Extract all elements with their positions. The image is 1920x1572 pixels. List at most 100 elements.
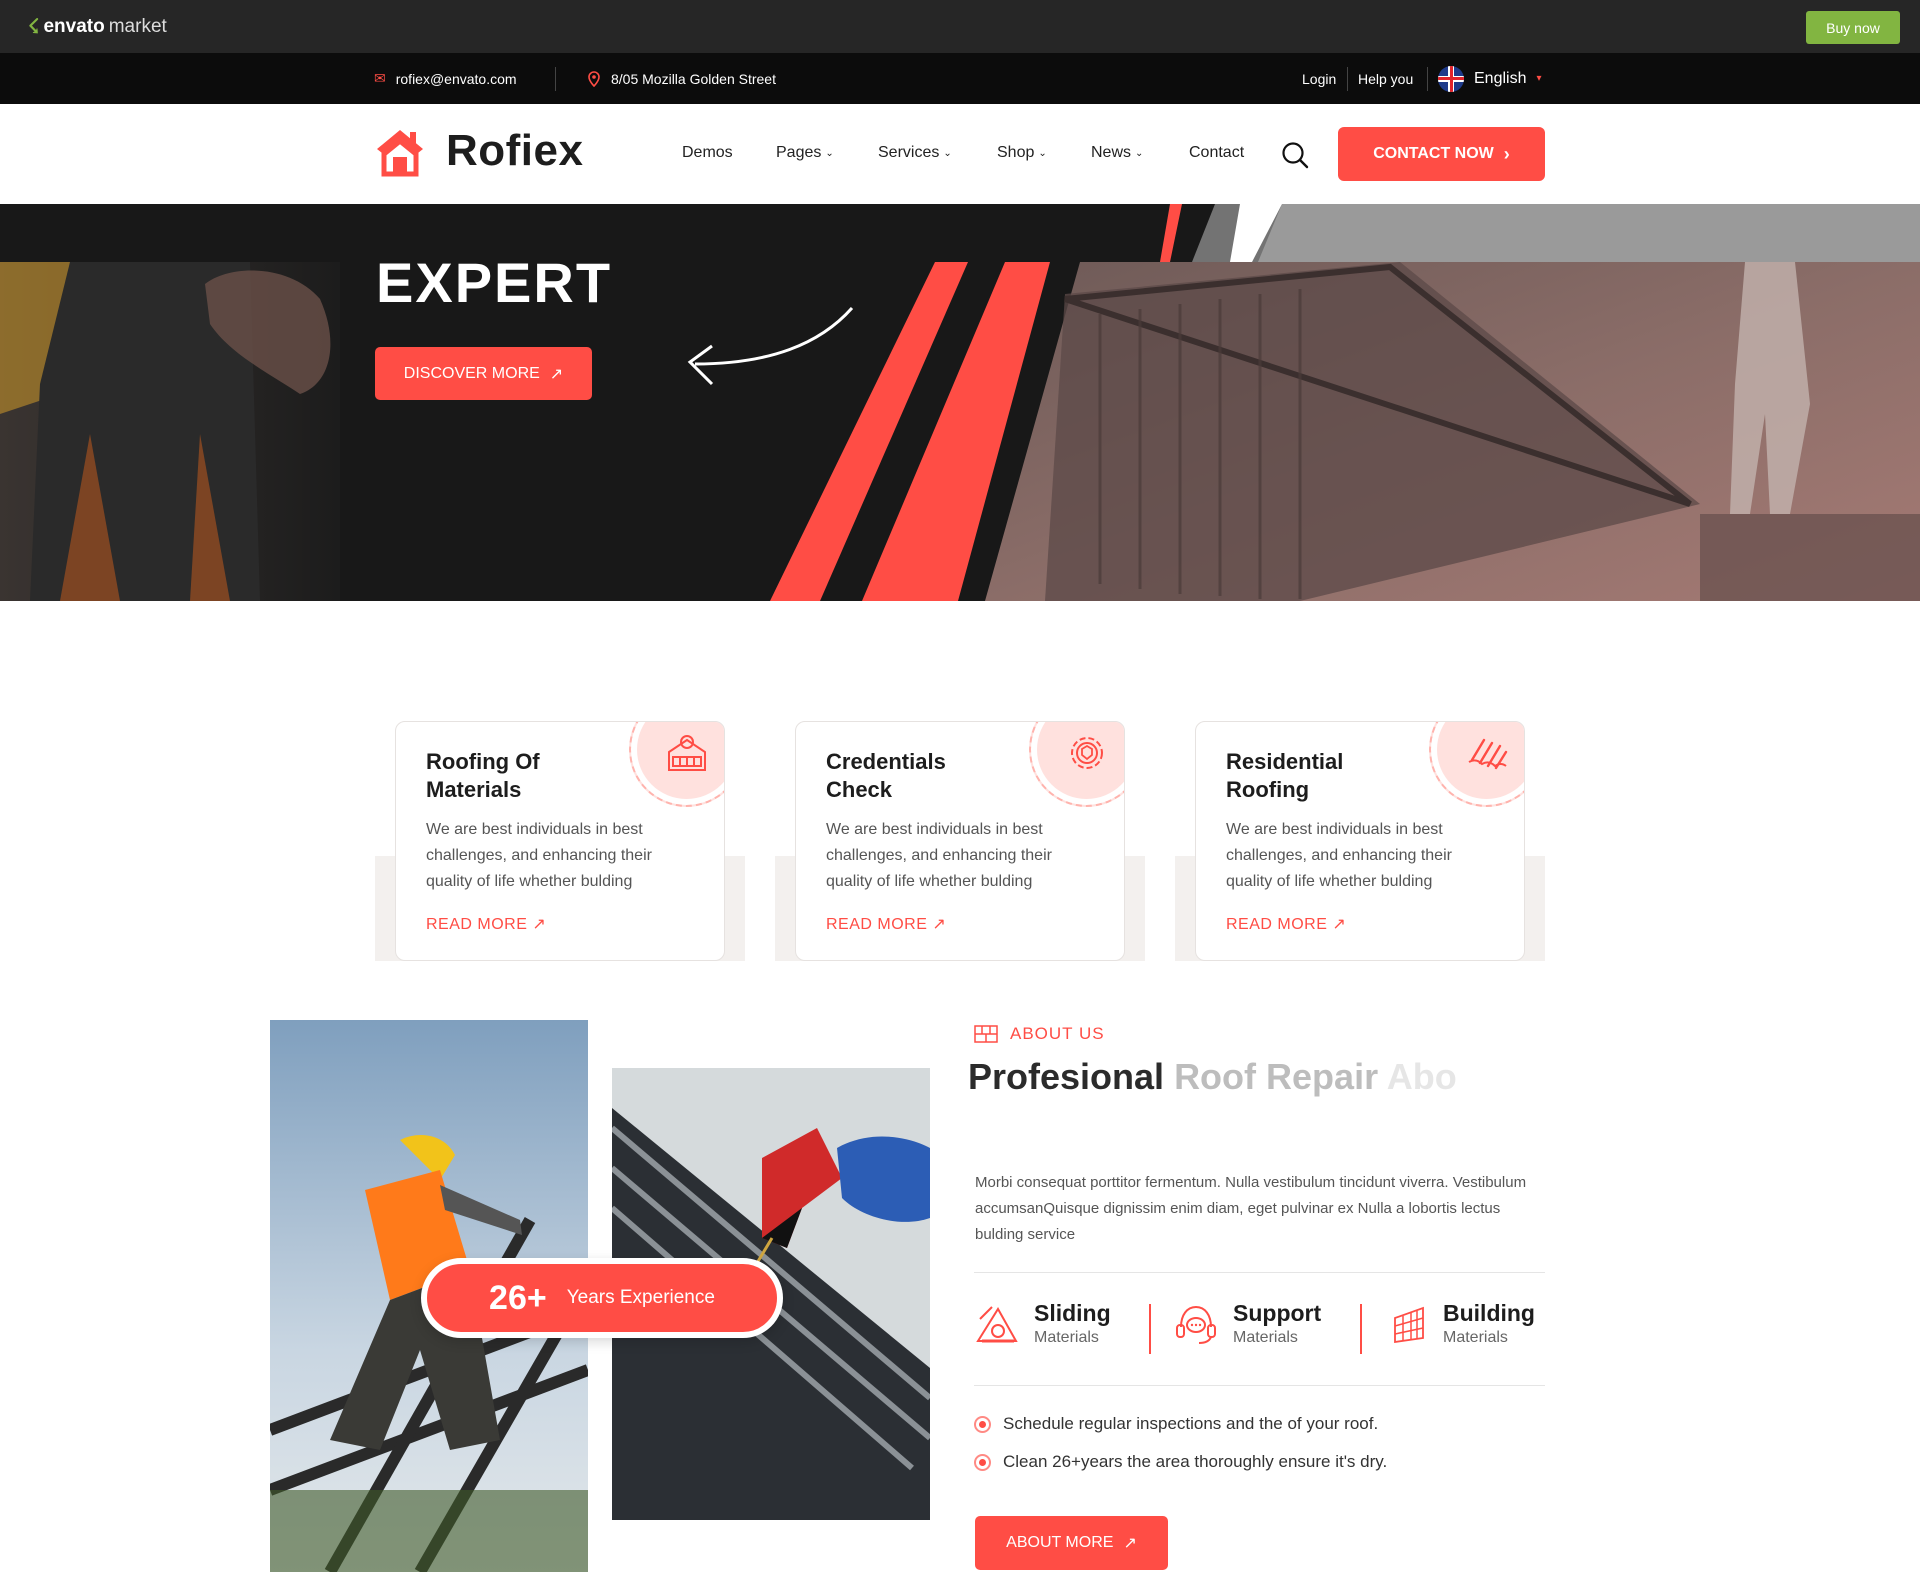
check-text: Clean 26+years the area thoroughly ensur… — [1003, 1452, 1388, 1471]
envato-leaf-icon: ☇ — [28, 16, 40, 38]
feature-sliding: Sliding Materials — [974, 1300, 1111, 1347]
location-pin-icon — [588, 70, 600, 87]
address-item: 8/05 Mozilla Golden Street — [587, 53, 776, 104]
envato-logo[interactable]: ☇ envato market — [28, 14, 167, 39]
feature-building: Building Materials — [1389, 1300, 1535, 1347]
arrow-up-right-icon: ↗ — [1332, 916, 1347, 933]
discover-more-button[interactable]: DISCOVER MORE ↗ — [375, 347, 592, 400]
divider — [1347, 67, 1348, 91]
nav-demos[interactable]: Demos — [682, 144, 733, 162]
nav-label: News — [1091, 144, 1132, 161]
read-more-label: READ MORE — [826, 916, 928, 933]
divider — [1427, 67, 1428, 91]
nav-label: Shop — [997, 144, 1035, 161]
arrow-up-right-icon: ↗ — [932, 916, 947, 933]
nav-shop[interactable]: Shop ⌄ — [997, 144, 1047, 162]
arrow-up-right-icon: ↗ — [532, 916, 547, 933]
chevron-down-icon: ⌄ — [1135, 147, 1144, 159]
envato-market-label: market — [108, 15, 167, 37]
discover-more-label: DISCOVER MORE — [403, 364, 540, 382]
gear-shield-icon — [1071, 737, 1103, 769]
nav-label: Services — [878, 144, 940, 161]
feature-subtitle: Materials — [1034, 1329, 1099, 1346]
check-text: Schedule regular inspections and the of … — [1003, 1414, 1379, 1433]
search-icon[interactable] — [1280, 140, 1310, 170]
nav-pages[interactable]: Pages ⌄ — [776, 144, 834, 162]
divider — [555, 67, 556, 91]
chevron-down-icon: ⌄ — [1038, 147, 1047, 159]
nav-contact[interactable]: Contact — [1189, 144, 1244, 162]
login-label: Login — [1302, 70, 1337, 87]
feature-subtitle: Materials — [1443, 1329, 1508, 1346]
help-label: Help you — [1358, 70, 1414, 87]
chevron-down-icon: ▾ — [1536, 73, 1542, 84]
contact-now-label: CONTACT NOW — [1373, 145, 1494, 162]
nav-news[interactable]: News ⌄ — [1091, 144, 1143, 162]
card-text: We are best individuals in best challeng… — [1226, 821, 1452, 890]
check-item: Schedule regular inspections and the of … — [974, 1414, 1378, 1434]
about-more-label: ABOUT MORE — [1006, 1534, 1114, 1551]
divider — [1149, 1304, 1151, 1354]
card-title: Roofing Of Materials — [426, 749, 540, 802]
hero-banner — [0, 204, 1920, 601]
about-us-tag: ABOUT US — [974, 1024, 1105, 1044]
card-title: Credentials Check — [826, 749, 946, 802]
buy-now-button[interactable]: Buy now — [1806, 11, 1900, 44]
experience-badge: 26+ Years Experience — [421, 1258, 783, 1338]
check-item: Clean 26+years the area thoroughly ensur… — [974, 1452, 1387, 1472]
email-item[interactable]: ✉ rofiex@envato.com — [374, 53, 517, 104]
service-card[interactable]: Credentials Check We are best individual… — [795, 721, 1125, 961]
chevron-down-icon: ⌄ — [943, 147, 952, 159]
hero-title: EXPERT — [376, 251, 613, 314]
hero-background-image — [0, 204, 1920, 601]
feature-title: Building — [1443, 1300, 1535, 1326]
contact-now-button[interactable]: CONTACT NOW › — [1338, 127, 1545, 181]
bullet-target-icon — [974, 1453, 991, 1471]
brick-wall-icon — [974, 1025, 998, 1043]
help-link[interactable]: Help you — [1358, 53, 1413, 104]
about-more-button[interactable]: ABOUT MORE ↗ — [975, 1516, 1168, 1570]
read-more-label: READ MORE — [1226, 916, 1328, 933]
feature-title: Support — [1233, 1300, 1322, 1326]
about-us-label: ABOUT US — [1010, 1024, 1105, 1043]
feature-subtitle: Materials — [1233, 1329, 1298, 1346]
nav-label: Demos — [682, 144, 733, 161]
language-selector[interactable]: English ▾ — [1438, 53, 1542, 104]
about-title-part: Roof Repair — [1174, 1056, 1387, 1097]
read-more-link[interactable]: READ MORE ↗ — [426, 914, 546, 934]
card-text: We are best individuals in best challeng… — [826, 821, 1052, 890]
nav-label: Pages — [776, 144, 822, 161]
read-more-link[interactable]: READ MORE ↗ — [1226, 914, 1346, 934]
card-title: Residential Roofing — [1226, 749, 1344, 802]
about-title-part: Abo — [1386, 1056, 1457, 1097]
arrow-up-right-icon: ↗ — [549, 365, 564, 383]
feature-title: Sliding — [1034, 1300, 1111, 1326]
divider — [974, 1385, 1545, 1386]
about-title: Profesional Roof Repair Abo — [968, 1056, 1480, 1098]
bullet-target-icon — [974, 1415, 991, 1433]
service-card[interactable]: Residential Roofing We are best individu… — [1195, 721, 1525, 961]
experience-number: 26+ — [489, 1278, 547, 1317]
envato-brand: envato — [43, 15, 105, 37]
house-shop-icon — [668, 735, 706, 771]
email-text: rofiex@envato.com — [395, 70, 517, 87]
ladder-roof-icon — [976, 1305, 1018, 1342]
headset-chat-icon — [1176, 1305, 1216, 1344]
divider — [974, 1272, 1545, 1273]
service-card[interactable]: Roofing Of Materials We are best individ… — [395, 721, 725, 961]
roof-tiles-icon — [1468, 738, 1508, 770]
house-logo-icon[interactable] — [374, 127, 426, 177]
brick-wall-icon — [1394, 1306, 1424, 1343]
top-info-bar: ✉ rofiex@envato.com 8/05 Mozilla Golden … — [0, 53, 1920, 104]
read-more-link[interactable]: READ MORE ↗ — [826, 914, 946, 934]
language-label: English — [1474, 69, 1527, 87]
chevron-right-icon: › — [1503, 143, 1510, 164]
mail-icon: ✉ — [374, 70, 386, 86]
nav-label: Contact — [1189, 144, 1245, 161]
login-link[interactable]: Login — [1302, 53, 1336, 104]
about-title-part: Profesional — [968, 1056, 1175, 1097]
card-text: We are best individuals in best challeng… — [426, 821, 652, 890]
site-logo[interactable]: Rofiex — [446, 126, 583, 176]
nav-services[interactable]: Services ⌄ — [878, 144, 952, 162]
uk-flag-icon — [1438, 65, 1464, 92]
